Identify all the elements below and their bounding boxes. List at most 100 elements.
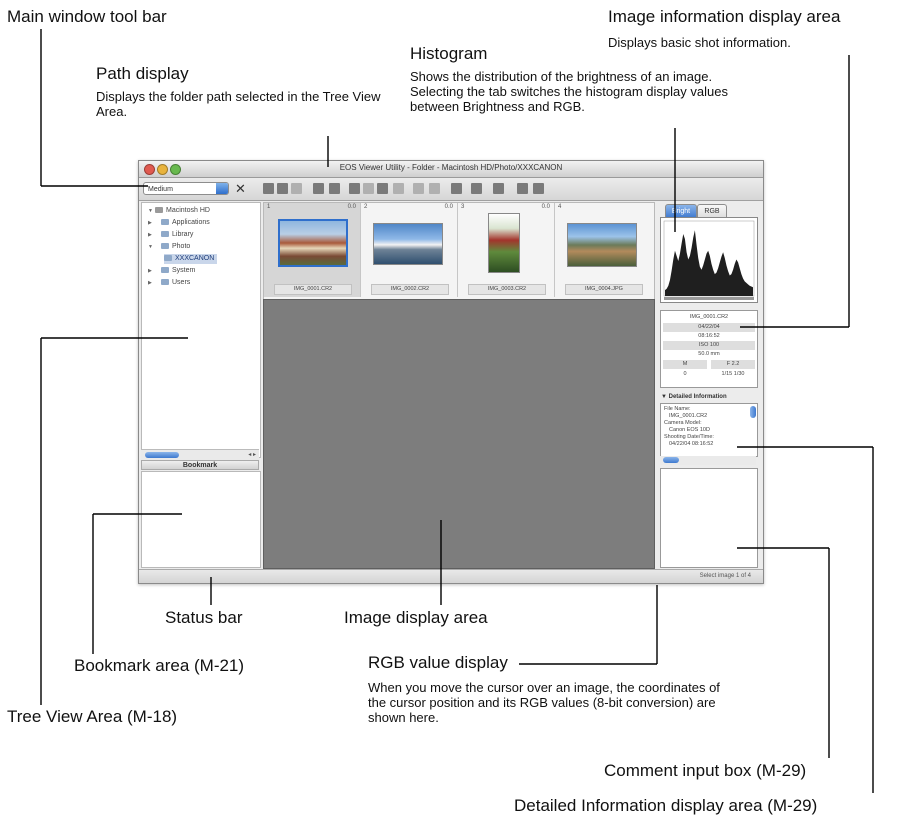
thumbnail-caption: IMG_0003.CR2 [468, 284, 546, 295]
detailed-info-area[interactable]: File Name: IMG_0001.CR2 Camera Model: Ca… [660, 403, 758, 457]
path-display-description: Displays the folder path selected in the… [96, 89, 381, 119]
thumbnail[interactable]: 1 0.0 IMG_0001.CR2 [264, 203, 361, 297]
hard-drive-icon [155, 207, 163, 214]
disclosure-triangle-icon[interactable]: ▶ [148, 266, 155, 276]
status-bar-label: Status bar [165, 608, 243, 627]
bookmark-area[interactable] [141, 471, 261, 568]
bookmark-header: Bookmark [141, 460, 259, 470]
folder-icon [161, 279, 169, 286]
print-icon[interactable] [517, 183, 528, 194]
image-display-label: Image display area [344, 608, 488, 627]
bookmark-label: Bookmark area (M-21) [74, 656, 245, 675]
path-display-label: Path display [96, 64, 189, 83]
image-info-description: Displays basic shot information. [608, 35, 791, 50]
right-pane: Bright RGB IMG_0001.CR2 04/22/04 08:16:5… [657, 202, 761, 568]
comment-label: Comment input box (M-29) [604, 761, 807, 780]
rotate-left-icon[interactable] [313, 183, 324, 194]
slideshow-icon[interactable] [377, 183, 388, 194]
disclosure-triangle-icon[interactable]: ▼ [148, 206, 155, 216]
info-time: 08:16:52 [663, 332, 755, 341]
folder-icon [161, 243, 169, 250]
thumbnail-number: 1 [267, 204, 271, 210]
thumbnail-image [373, 223, 443, 265]
remove-check-icon[interactable] [363, 183, 374, 194]
thumbnail[interactable]: 4 IMG_0004.JPG [555, 203, 651, 297]
minus-icon[interactable] [429, 183, 440, 194]
main-toolbar: Medium ✕ [139, 178, 763, 201]
info-mode: M [663, 360, 707, 369]
tree-item[interactable]: ▼ Macintosh HD [148, 206, 210, 216]
info-iso: ISO 100 [663, 341, 755, 350]
thumb-medium-icon[interactable] [277, 183, 288, 194]
disclosure-triangle-icon[interactable]: ▼ [148, 242, 155, 252]
tree-item[interactable]: ▶ Applications [148, 218, 210, 228]
scroll-arrows-icon[interactable]: ◂ ▸ [248, 450, 256, 460]
tab-brightness[interactable]: Bright [665, 204, 697, 218]
detail-scrollbar[interactable] [660, 456, 756, 465]
tree-item[interactable]: ▼ Photo [148, 242, 190, 252]
thumbnail-image [278, 219, 348, 267]
image-display-area[interactable] [263, 299, 655, 569]
zoom-icon[interactable] [413, 183, 424, 194]
info-exposure-comp: 0 [663, 370, 707, 379]
detail-line: File Name: [664, 406, 691, 412]
scrollbar-thumb[interactable] [145, 452, 179, 458]
detailed-info-label: Detailed Information display area (M-29) [514, 796, 818, 815]
folder-icon [161, 219, 169, 226]
compare-icon[interactable] [393, 183, 404, 194]
thumbnail[interactable]: 2 0.0 IMG_0002.CR2 [361, 203, 458, 297]
select-arrow-icon [216, 183, 228, 194]
save-icon[interactable] [493, 183, 504, 194]
folder-icon [161, 231, 169, 238]
thumbnail[interactable]: 3 0.0 IMG_0003.CR2 [458, 203, 555, 297]
tab-rgb[interactable]: RGB [697, 204, 727, 218]
copy-icon[interactable] [471, 183, 482, 194]
tree-item-selected[interactable]: XXXCANON [164, 254, 218, 264]
thumbnail-size-select[interactable]: Medium [143, 182, 229, 195]
app-window: EOS Viewer Utility - Folder - Macintosh … [138, 160, 764, 584]
info-filename: IMG_0001.CR2 [663, 313, 755, 322]
thumb-small-icon[interactable] [263, 183, 274, 194]
thumbnail-caption: IMG_0004.JPG [565, 284, 643, 295]
tree-view-area[interactable]: ▼ Macintosh HD ▶ Applications ▶ Library ▼ Ph… [141, 202, 261, 458]
disclosure-triangle-icon[interactable]: ▶ [148, 218, 155, 228]
info-aperture: F 2.2 [711, 360, 755, 369]
disclosure-triangle-icon[interactable]: ▶ [148, 278, 155, 288]
thumbnail-caption: IMG_0001.CR2 [274, 284, 352, 295]
detailed-info-header[interactable]: ▼ Detailed Information [661, 394, 727, 400]
tree-scrollbar[interactable]: ◂ ▸ [141, 449, 259, 460]
rotate-right-icon[interactable] [329, 183, 340, 194]
check-icon[interactable] [349, 183, 360, 194]
scrollbar-thumb[interactable] [663, 457, 679, 463]
folder-icon [161, 267, 169, 274]
status-bar: Select image 1 of 4 [139, 569, 763, 583]
image-info-label: Image information display area [608, 7, 841, 26]
thumbnail-rating: 0.0 [541, 204, 550, 210]
detail-line: Shooting Date/Time: [664, 434, 714, 440]
rgb-value-description: When you move the cursor over an image, … [368, 680, 720, 725]
histogram-description: Shows the distribution of the brightness… [410, 69, 728, 114]
histogram-label: Histogram [410, 44, 488, 63]
thumbnail-image [567, 223, 637, 267]
tree-item-label: System [172, 267, 196, 274]
tree-item-label: Applications [172, 219, 210, 226]
info-shutter: 1/15 1/30 [711, 370, 755, 379]
thumbnail-caption: IMG_0002.CR2 [371, 284, 449, 295]
comment-input-box[interactable] [660, 468, 758, 568]
status-text: Select image 1 of 4 [699, 573, 751, 579]
close-icon[interactable]: ✕ [235, 181, 246, 196]
thumbnail-number: 3 [461, 204, 465, 210]
thumbnail-number: 4 [558, 204, 562, 210]
disclosure-triangle-icon[interactable]: ▶ [148, 230, 155, 240]
pencil-icon[interactable] [451, 183, 462, 194]
tree-item-label: Photo [172, 243, 191, 250]
printer-icon[interactable] [533, 183, 544, 194]
tree-item[interactable]: ▶ Library [148, 230, 193, 240]
scrollbar-thumb[interactable] [750, 406, 756, 418]
tree-item[interactable]: ▶ Users [148, 278, 190, 288]
tree-item-label: Users [172, 279, 191, 286]
thumb-large-icon[interactable] [291, 183, 302, 194]
histogram-chart [663, 220, 755, 300]
tree-item[interactable]: ▶ System [148, 266, 195, 276]
thumbnail-size-value: Medium [148, 186, 173, 193]
